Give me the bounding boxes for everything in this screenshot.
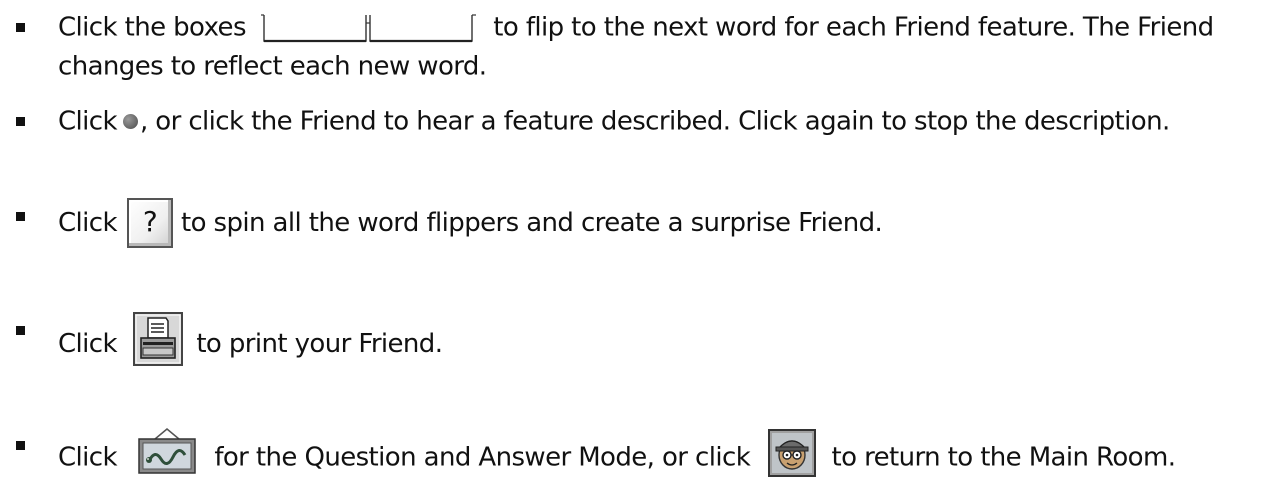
instruction-1-after: to flip to the next word for each Friend… (493, 12, 1214, 43)
instruction-5: Click for the Question and Answer Mode, … (58, 427, 1176, 487)
instruction-1-before: Click the boxes (58, 12, 247, 43)
gray-circle-icon (122, 114, 138, 129)
bullet (16, 441, 25, 450)
bullet (16, 212, 25, 221)
instruction-4: Click to print your Friend. (58, 312, 443, 376)
help-page: Click the boxes to flip to the next word… (0, 0, 1280, 484)
instruction-5-after: to return to the Main Room. (831, 442, 1176, 473)
instruction-3: Click? to spin all the word flippers and … (58, 198, 883, 248)
instruction-5-before: Click (58, 442, 118, 473)
printer-button-icon (132, 312, 183, 376)
bullet (16, 326, 25, 335)
instruction-1: Click the boxes to flip to the next word… (58, 9, 1214, 46)
question-answer-picture-frame-icon (137, 427, 197, 485)
word-flipper-boxes-icon (258, 11, 482, 45)
instruction-5-middle: for the Question and Answer Mode, or cli… (214, 442, 751, 473)
instruction-3-after: to spin all the word flippers and create… (180, 208, 883, 238)
instruction-2: Click , or click the Friend to hear a fea… (58, 103, 1170, 140)
instruction-1-continuation-text: changes to reflect each new word. (58, 51, 487, 82)
instruction-2-after: , or click the Friend to hear a feature … (139, 106, 1170, 137)
main-room-friend-portrait-icon (767, 428, 816, 487)
question-button-icon: ? (126, 198, 173, 248)
instruction-3-before: Click (58, 208, 118, 238)
instruction-2-before: Click (58, 106, 118, 137)
instruction-1-continuation: changes to reflect each new word. (58, 48, 487, 85)
instruction-4-after: to print your Friend. (196, 329, 443, 359)
bullet (16, 23, 25, 32)
bullet (16, 117, 25, 126)
instruction-4-before: Click (58, 329, 118, 359)
